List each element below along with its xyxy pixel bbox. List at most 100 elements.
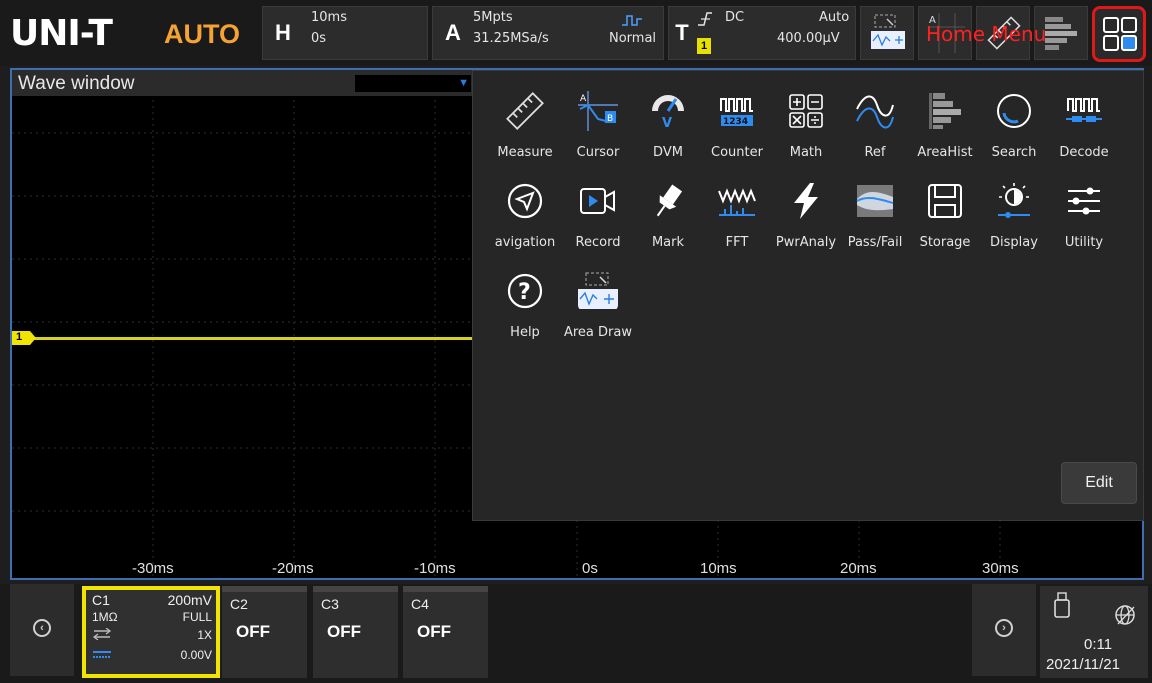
horizontal-offset-value: 0s [311, 31, 327, 46]
acquire-letter: A [445, 20, 461, 45]
menu-item-storage[interactable]: Storage [910, 181, 980, 250]
x-tick-label: 10ms [700, 560, 737, 577]
menu-item-dvm[interactable]: V DVM [633, 91, 703, 160]
menu-item-label: avigation [494, 235, 556, 250]
channel3-panel[interactable]: C3 OFF [313, 586, 398, 678]
menu-item-mark[interactable]: Mark [633, 181, 703, 250]
menu-item-fft[interactable]: FFT [702, 181, 772, 250]
menu-item-measure[interactable]: Measure [490, 91, 560, 160]
sample-rate-value: 31.25MSa/s [473, 31, 549, 46]
menu-item-label: Math [789, 145, 823, 160]
menu-item-pwranaly[interactable]: PwrAnaly [771, 181, 841, 250]
menu-item-label: PwrAnaly [775, 235, 837, 250]
menu-item-area-draw[interactable]: Area Draw [563, 271, 633, 340]
usb-storage-icon [1054, 592, 1070, 618]
navigation-icon [507, 183, 543, 219]
menu-item-label: Help [510, 325, 540, 340]
menu-item-label: Record [575, 235, 621, 250]
x-tick-label: -10ms [414, 560, 456, 577]
channel1-trace [12, 337, 474, 340]
menu-item-counter[interactable]: 1234 Counter [702, 91, 772, 160]
channel4-panel[interactable]: C4 OFF [403, 586, 488, 678]
menu-item-search[interactable]: Search [979, 91, 1049, 160]
memory-depth-value: 5Mpts [473, 10, 513, 25]
grid-menu-icon [1103, 17, 1137, 51]
channel1-scale: 200mV [167, 592, 212, 608]
trigger-source-badge: 1 [697, 38, 711, 54]
menu-item-label: DVM [653, 145, 683, 160]
chevron-left-icon: ‹ [33, 619, 51, 637]
channel2-state: OFF [236, 622, 270, 641]
menu-item-passfail[interactable]: Pass/Fail [840, 181, 910, 250]
menu-item-help[interactable]: ? Help [490, 271, 560, 340]
utility-icon [1068, 187, 1100, 215]
svg-text:A: A [580, 94, 587, 104]
home-menu-annotation: Home Menu [926, 22, 1047, 46]
mark-icon [656, 184, 683, 217]
dc-coupling-icon [93, 651, 111, 658]
svg-text:B: B [607, 114, 613, 124]
decode-icon [1066, 98, 1102, 122]
rising-edge-icon [698, 12, 712, 26]
menu-item-navigation[interactable]: avigation [490, 181, 560, 250]
wave-window-titlebar: Wave window ▼ [12, 70, 474, 96]
edit-button[interactable]: Edit [1061, 462, 1137, 504]
channel1-panel[interactable]: C1 200mV 1MΩ FULL 1X 0.00V [82, 586, 220, 678]
menu-item-label: Ref [864, 145, 886, 160]
menu-item-label: FFT [725, 235, 749, 250]
home-menu-panel: Measure A B Cursor V DVM 1234 Counter Ma… [472, 70, 1144, 521]
channel1-probe: 1X [197, 628, 212, 642]
menu-item-decode[interactable]: Decode [1049, 91, 1119, 160]
clock-time: 0:11 [1084, 636, 1113, 653]
coupling-icon [92, 628, 112, 640]
trigger-sweep-value: Auto [819, 10, 850, 25]
horizontal-letter: H [275, 20, 291, 45]
power-analysis-icon [794, 183, 818, 219]
fft-icon [718, 188, 756, 216]
x-tick-label: 0s [582, 560, 598, 577]
wave-window-title: Wave window [18, 73, 135, 94]
menu-item-cursor[interactable]: A B Cursor [563, 91, 633, 160]
storage-icon [928, 184, 962, 218]
menu-item-label: Decode [1059, 145, 1109, 160]
area-draw-icon [578, 272, 618, 309]
menu-item-areahist[interactable]: AreaHist [910, 91, 980, 160]
help-icon: ? [507, 273, 543, 309]
area-draw-shortcut[interactable] [860, 6, 914, 60]
area-draw-icon [871, 14, 905, 49]
acquire-waveform-icon [622, 15, 642, 26]
scroll-left-button[interactable]: ‹ [10, 584, 74, 676]
svg-text:?: ? [518, 280, 531, 305]
channel2-panel[interactable]: C2 OFF [222, 586, 307, 678]
x-tick-label: 30ms [982, 560, 1019, 577]
areahist-icon [929, 93, 961, 129]
menu-item-label: Counter [711, 145, 763, 160]
scroll-right-button[interactable]: › [972, 584, 1036, 676]
menu-item-math[interactable]: Math [771, 91, 841, 160]
status-panel[interactable]: 0:11 2021/11/21 [1040, 586, 1148, 678]
acquire-mode-value: Normal [609, 31, 657, 46]
network-globe-icon [1115, 605, 1135, 625]
cursor-icon: A B [578, 91, 618, 131]
channel2-name: C2 [230, 596, 248, 612]
auto-mode-button[interactable]: AUTO [164, 19, 240, 50]
chevron-right-icon: › [995, 619, 1013, 637]
histogram-shortcut-icon [1045, 17, 1077, 50]
menu-item-ref[interactable]: Ref [840, 91, 910, 160]
horizontal-panel[interactable]: H 10ms 0s [262, 6, 428, 60]
menu-item-label: Utility [1064, 235, 1104, 250]
svg-text:V: V [662, 116, 672, 131]
channel3-name: C3 [321, 596, 339, 612]
wave-window-dropdown[interactable]: ▼ [355, 75, 471, 92]
x-tick-label: -30ms [132, 560, 174, 577]
menu-item-utility[interactable]: Utility [1049, 181, 1119, 250]
channel1-offset: 0.00V [180, 648, 212, 662]
acquire-panel[interactable]: A 5Mpts 31.25MSa/s Normal [432, 6, 664, 60]
home-menu-button[interactable] [1092, 6, 1146, 62]
menu-item-record[interactable]: Record [563, 181, 633, 250]
menu-item-label: Pass/Fail [847, 235, 903, 250]
menu-item-display[interactable]: Display [979, 181, 1049, 250]
menu-item-label: Display [990, 235, 1038, 250]
brand-logo: UNI-T [10, 13, 113, 54]
bottom-bar: ‹ C1 200mV 1MΩ FULL 1X 0.00V C2 OFF C3 O… [0, 584, 1152, 683]
